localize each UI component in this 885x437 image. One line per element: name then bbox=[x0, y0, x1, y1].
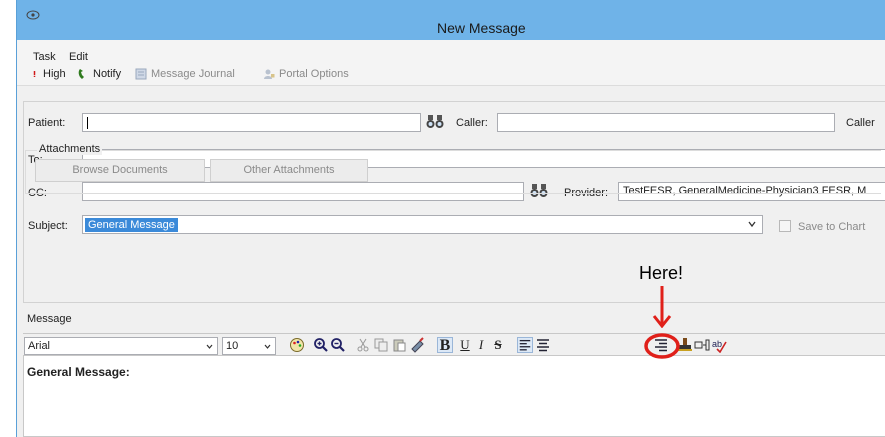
save-to-chart-label: Save to Chart bbox=[798, 221, 866, 233]
insert-field-icon[interactable] bbox=[694, 337, 710, 353]
caller-label-2: Caller bbox=[846, 117, 875, 129]
align-center-icon[interactable] bbox=[535, 337, 551, 353]
zoom-in-icon[interactable] bbox=[313, 337, 329, 353]
caller-label: Caller: bbox=[456, 117, 488, 129]
menu-bar: Task Edit bbox=[17, 40, 885, 64]
window-title: New Message bbox=[437, 20, 526, 36]
font-family-select[interactable]: Arial bbox=[24, 337, 218, 355]
patient-search-binoculars-icon[interactable] bbox=[426, 114, 444, 130]
copy-icon[interactable] bbox=[373, 337, 389, 353]
portal-options-label: Portal Options bbox=[279, 68, 349, 80]
subject-selected-value: General Message bbox=[85, 218, 178, 232]
patient-input[interactable] bbox=[82, 113, 421, 132]
chevron-down-icon bbox=[206, 344, 213, 349]
attachments-title: Attachments bbox=[37, 143, 103, 155]
svg-text:ab: ab bbox=[712, 339, 722, 349]
strikethrough-button[interactable]: S bbox=[490, 337, 506, 353]
message-label: Message bbox=[27, 313, 72, 325]
journal-icon bbox=[135, 68, 147, 80]
other-attachments-button[interactable]: Other Attachments bbox=[210, 159, 368, 182]
bold-button[interactable]: B bbox=[437, 337, 453, 354]
chevron-down-icon bbox=[748, 221, 756, 228]
annotation-arrow bbox=[652, 286, 672, 328]
text-cursor bbox=[87, 117, 88, 129]
spell-check-icon[interactable]: ab bbox=[711, 337, 727, 353]
message-body-editor[interactable]: General Message: bbox=[23, 355, 885, 437]
cut-icon[interactable] bbox=[355, 337, 371, 353]
underline-button[interactable]: U bbox=[457, 337, 473, 353]
annotation-circle bbox=[644, 333, 680, 359]
high-label: High bbox=[43, 68, 66, 80]
notify-button[interactable]: Notify bbox=[77, 68, 121, 80]
patient-label: Patient: bbox=[28, 117, 66, 129]
annotation-label: Here! bbox=[639, 263, 684, 283]
message-header-form: Patient: Caller: Caller To: CC: bbox=[23, 101, 885, 303]
italic-button[interactable]: I bbox=[473, 337, 489, 353]
color-palette-icon[interactable] bbox=[289, 337, 305, 353]
portal-user-icon bbox=[264, 69, 275, 79]
notify-label: Notify bbox=[93, 68, 122, 80]
subject-dropdown[interactable]: General Message bbox=[82, 215, 763, 234]
message-journal-button[interactable]: Message Journal bbox=[135, 68, 235, 80]
subject-label: Subject: bbox=[28, 220, 68, 232]
phone-icon bbox=[78, 69, 84, 79]
message-body-text: General Message: bbox=[27, 365, 130, 379]
exclamation-icon bbox=[33, 71, 36, 77]
browse-documents-button[interactable]: Browse Documents bbox=[35, 159, 205, 182]
align-left-icon[interactable] bbox=[517, 337, 533, 353]
title-bar[interactable]: New Message bbox=[17, 0, 885, 40]
formatting-toolbar: Arial 10 B U I S ab bbox=[23, 333, 885, 355]
message-journal-label: Message Journal bbox=[151, 68, 235, 80]
save-to-chart-checkbox[interactable] bbox=[779, 220, 791, 232]
zoom-out-icon[interactable] bbox=[330, 337, 346, 353]
format-painter-icon[interactable] bbox=[410, 337, 426, 353]
portal-options-button[interactable]: Portal Options bbox=[263, 68, 349, 80]
menu-edit[interactable]: Edit bbox=[69, 51, 88, 63]
chevron-down-icon bbox=[264, 344, 271, 349]
toolbar: High Notify Message Journal Portal Optio… bbox=[17, 64, 885, 86]
font-size-value: 10 bbox=[226, 340, 239, 352]
new-message-window: New Message Task Edit High Notify Messag… bbox=[16, 0, 885, 437]
high-priority-button[interactable]: High bbox=[33, 68, 66, 80]
font-size-select[interactable]: 10 bbox=[222, 337, 276, 355]
menu-task[interactable]: Task bbox=[33, 51, 56, 63]
paste-icon[interactable] bbox=[391, 337, 407, 353]
caller-input[interactable] bbox=[497, 113, 835, 132]
font-family-value: Arial bbox=[28, 340, 51, 352]
